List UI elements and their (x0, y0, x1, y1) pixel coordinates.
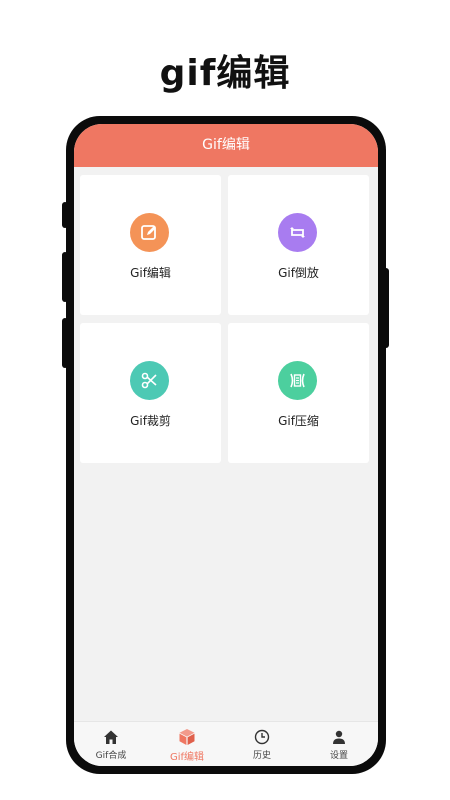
bottom-tab-bar: Gif合成 Gif编辑 历史 设置 (74, 721, 378, 766)
compress-icon (278, 361, 317, 400)
edit-icon (130, 213, 169, 252)
clock-icon (232, 728, 292, 746)
reverse-loop-icon (278, 213, 317, 252)
home-icon (81, 728, 141, 746)
cube-icon (157, 728, 217, 746)
feature-card-reverse[interactable]: Gif倒放 (228, 175, 369, 315)
phone-side-button (62, 202, 68, 228)
tab-label: 设置 (329, 751, 348, 761)
tab-label: Gif合成 (95, 751, 127, 761)
app-header: Gif编辑 (74, 124, 378, 167)
feature-card-compress[interactable]: Gif压缩 (228, 323, 369, 463)
tab-history[interactable]: 历史 (232, 728, 292, 761)
phone-side-button (62, 318, 68, 368)
tab-label: 历史 (252, 751, 271, 761)
phone-screen: Gif编辑 Gif编辑 Gif倒放 Gif裁剪 Gif压缩 Gif合成 Gif编… (74, 124, 378, 766)
promo-title: gif编辑 (159, 53, 291, 94)
feature-card-edit[interactable]: Gif编辑 (80, 175, 221, 315)
feature-label: Gif裁剪 (130, 414, 171, 428)
feature-label: Gif倒放 (278, 266, 319, 280)
feature-card-crop[interactable]: Gif裁剪 (80, 323, 221, 463)
tab-settings[interactable]: 设置 (309, 728, 369, 761)
tab-label: Gif编辑 (169, 752, 205, 763)
feature-label: Gif压缩 (278, 414, 319, 428)
feature-label: Gif编辑 (130, 266, 171, 280)
tab-gif-compose[interactable]: Gif合成 (81, 728, 141, 761)
feature-grid: Gif编辑 Gif倒放 Gif裁剪 Gif压缩 (80, 175, 372, 465)
scissors-icon (130, 361, 169, 400)
phone-side-button (62, 252, 68, 302)
tab-gif-edit[interactable]: Gif编辑 (157, 728, 217, 763)
user-icon (309, 728, 369, 746)
phone-side-button (383, 268, 389, 348)
